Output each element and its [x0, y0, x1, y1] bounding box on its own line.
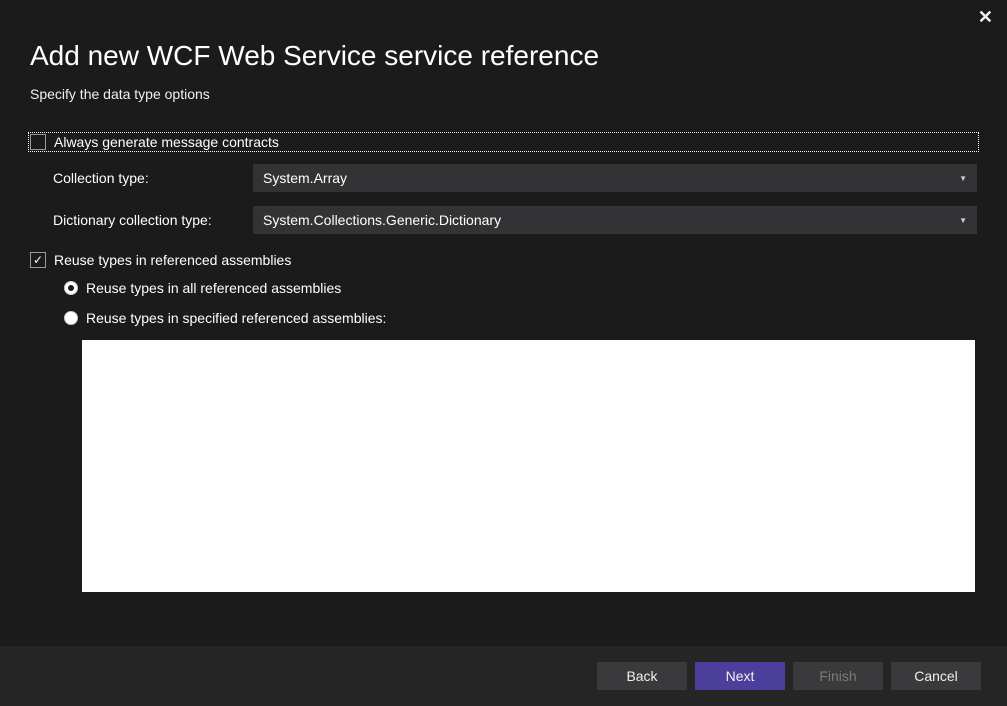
reuse-types-label: Reuse types in referenced assemblies	[54, 252, 291, 268]
reuse-specified-radio[interactable]	[64, 311, 78, 325]
reuse-all-radio[interactable]	[64, 281, 78, 295]
back-button[interactable]: Back	[597, 662, 687, 690]
always-generate-contracts-label: Always generate message contracts	[54, 134, 279, 150]
reuse-specified-row[interactable]: Reuse types in specified referenced asse…	[64, 310, 977, 326]
dialog-subtitle: Specify the data type options	[30, 86, 977, 102]
dictionary-type-value: System.Collections.Generic.Dictionary	[263, 212, 501, 228]
chevron-down-icon: ▼	[959, 174, 967, 183]
next-button[interactable]: Next	[695, 662, 785, 690]
close-icon[interactable]: ✕	[978, 8, 993, 26]
specified-assemblies-list[interactable]	[82, 340, 975, 592]
reuse-specified-label: Reuse types in specified referenced asse…	[86, 310, 386, 326]
collection-type-select[interactable]: System.Array ▼	[253, 164, 977, 192]
chevron-down-icon: ▼	[959, 216, 967, 225]
reuse-types-checkbox[interactable]	[30, 252, 46, 268]
reuse-types-row[interactable]: Reuse types in referenced assemblies	[30, 252, 977, 268]
dialog-title: Add new WCF Web Service service referenc…	[30, 40, 977, 72]
reuse-all-label: Reuse types in all referenced assemblies	[86, 280, 341, 296]
dictionary-type-label: Dictionary collection type:	[53, 212, 253, 228]
finish-button: Finish	[793, 662, 883, 690]
cancel-button[interactable]: Cancel	[891, 662, 981, 690]
dialog-footer: Back Next Finish Cancel	[0, 646, 1007, 706]
reuse-all-row[interactable]: Reuse types in all referenced assemblies	[64, 280, 977, 296]
collection-type-value: System.Array	[263, 170, 347, 186]
always-generate-contracts-row[interactable]: Always generate message contracts	[28, 132, 979, 152]
dictionary-type-select[interactable]: System.Collections.Generic.Dictionary ▼	[253, 206, 977, 234]
always-generate-contracts-checkbox[interactable]	[30, 134, 46, 150]
collection-type-label: Collection type:	[53, 170, 253, 186]
